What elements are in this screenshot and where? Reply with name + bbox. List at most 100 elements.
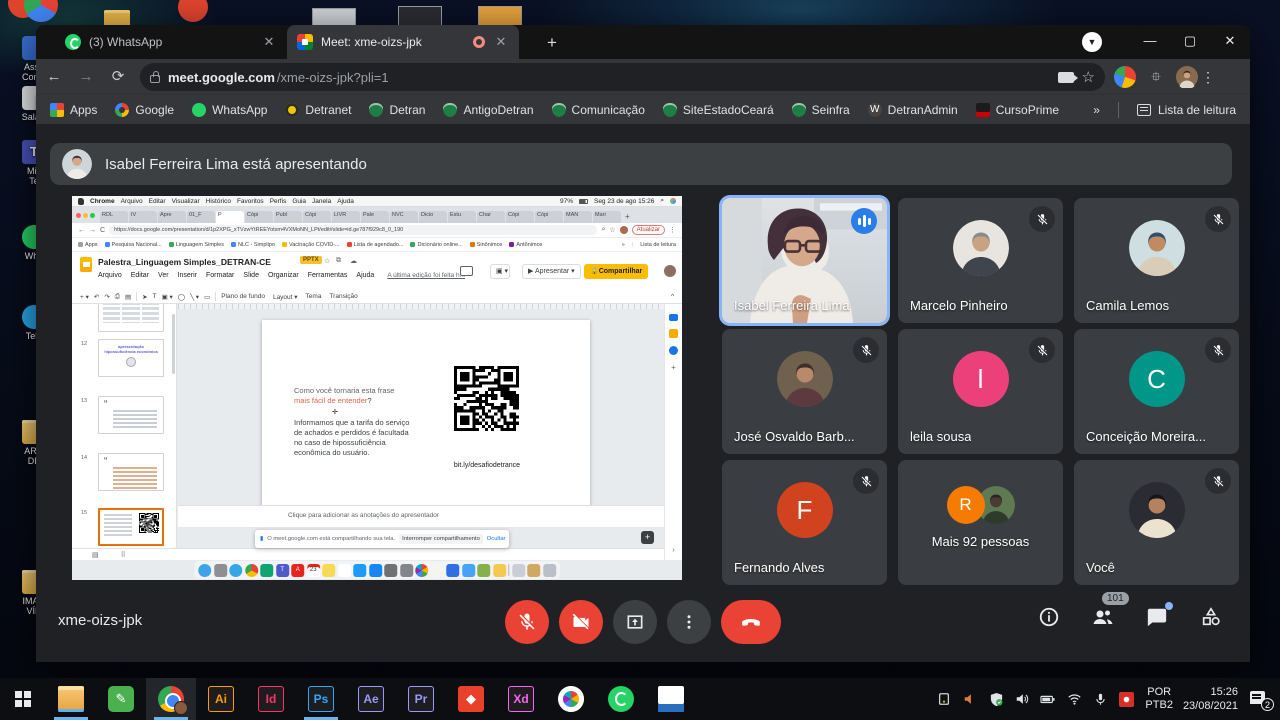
- more-options-button[interactable]: [667, 600, 711, 644]
- taskbar-after-effects[interactable]: Ae: [346, 678, 396, 720]
- reading-list-button[interactable]: Lista de leitura: [1137, 103, 1236, 117]
- slides-menu-item[interactable]: Ajuda: [356, 272, 374, 279]
- participant-tile[interactable]: Marcelo Pinheiro: [898, 198, 1063, 323]
- image-yellow-dock-icon[interactable]: [493, 564, 506, 577]
- mac-back-icon[interactable]: ←: [78, 227, 85, 234]
- notification-center-button[interactable]: 2: [1248, 690, 1270, 708]
- bookmark-item[interactable]: Detranet: [285, 103, 351, 117]
- grid-view-icon[interactable]: ⠿: [121, 551, 126, 559]
- mac-bookmark-item[interactable]: Antônimos: [509, 242, 542, 248]
- desktop-item[interactable]: [178, 0, 208, 22]
- activities-button[interactable]: [1198, 604, 1224, 630]
- bookmark-item[interactable]: Apps: [50, 103, 97, 117]
- security-shield-icon[interactable]: [987, 690, 1005, 708]
- slides-menu-item[interactable]: Editar: [131, 272, 149, 279]
- mac-profile-avatar[interactable]: [620, 226, 628, 234]
- bookmark-item[interactable]: Comunicação: [552, 103, 645, 117]
- finder-dock-icon[interactable]: [198, 564, 211, 577]
- info-button[interactable]: [1036, 604, 1062, 630]
- mac-tab[interactable]: Pale: [361, 211, 389, 223]
- mac-bookmark-item[interactable]: Vacinação COVID-...: [282, 242, 340, 248]
- bookmark-item[interactable]: CursoPrime: [976, 103, 1059, 117]
- mac-menu-item[interactable]: Favoritos: [237, 198, 264, 205]
- mac-bookmark-item[interactable]: Dicionário online...: [410, 242, 462, 248]
- microphone-icon[interactable]: [1091, 690, 1109, 708]
- taskbar-chrome[interactable]: [146, 678, 196, 720]
- taskbar-photoshop[interactable]: Ps: [296, 678, 346, 720]
- taskbar-adobe-xd[interactable]: Xd: [496, 678, 546, 720]
- sound-orange-icon[interactable]: [961, 690, 979, 708]
- taskbar-red-diamond-app[interactable]: ◆: [446, 678, 496, 720]
- preview-dock-icon[interactable]: [462, 564, 475, 577]
- filmstrip-view-icon[interactable]: ▤: [92, 551, 99, 559]
- mac-menu-item[interactable]: Histórico: [206, 198, 231, 205]
- slides-menu-item[interactable]: Slide: [243, 272, 259, 279]
- slide-thumbnail[interactable]: [98, 508, 164, 546]
- mac-tab[interactable]: Cópi: [303, 211, 331, 223]
- participant-tile[interactable]: José Osvaldo Barb...: [722, 329, 887, 454]
- move-icon[interactable]: ⧉: [336, 257, 341, 265]
- mac-zoom-icon[interactable]: [90, 213, 95, 218]
- record-icon[interactable]: [1117, 690, 1135, 708]
- atualizar-button[interactable]: Atualizar: [632, 225, 665, 235]
- chat-button[interactable]: [1144, 604, 1170, 630]
- bookmark-item[interactable]: Detran: [369, 103, 425, 117]
- safari-dock-icon[interactable]: [229, 564, 242, 577]
- mac-bookmark-item[interactable]: Lista de agendado...: [347, 242, 404, 248]
- mac-close-icon[interactable]: [76, 213, 81, 218]
- bookmark-star-icon[interactable]: ☆: [1082, 68, 1095, 86]
- camera-off-button[interactable]: [559, 600, 603, 644]
- mac-menu-item[interactable]: Visualizar: [172, 198, 200, 205]
- star-icon[interactable]: ☆: [324, 257, 330, 265]
- mac-menu-item[interactable]: Ajuda: [337, 198, 354, 205]
- meet-dock-icon[interactable]: [260, 564, 273, 577]
- photos-dock-icon[interactable]: [415, 564, 428, 577]
- slides-menu-item[interactable]: Inserir: [178, 272, 197, 279]
- chrome-desktop-icon[interactable]: [24, 0, 58, 22]
- toolbar-label[interactable]: Tema: [306, 293, 322, 301]
- bookmarks-overflow-icon[interactable]: »: [1093, 103, 1100, 117]
- image-green-dock-icon[interactable]: [477, 564, 490, 577]
- current-slide[interactable]: Como você tornaria esta frase mais fácil…: [262, 320, 590, 511]
- compartilhar-button[interactable]: 🔒Compartilhar: [584, 264, 648, 279]
- tab-close-icon[interactable]: ✕: [493, 34, 509, 50]
- taskbar-impress-document[interactable]: [646, 678, 696, 720]
- mac-menu-icon[interactable]: ⋮: [669, 226, 676, 234]
- mac-bookmark-item[interactable]: NLC - Simplipo: [231, 242, 275, 248]
- launchpad-dock-icon[interactable]: [214, 564, 227, 577]
- mac-bookmark-item[interactable]: Sinônimos: [470, 242, 503, 248]
- participant-tile[interactable]: lleila sousa: [898, 329, 1063, 454]
- present-mode-dropdown[interactable]: ▣ ▾: [490, 264, 510, 279]
- mac-tab[interactable]: Estu: [448, 211, 476, 223]
- mac-tab[interactable]: Apre: [158, 211, 186, 223]
- back-button[interactable]: ←: [40, 63, 68, 91]
- taskbar-file-explorer[interactable]: [46, 678, 96, 720]
- stop-sharing-button[interactable]: Interromper compartilhamento: [399, 534, 483, 544]
- mac-address-bar[interactable]: https://docs.google.com/presentation/d/1…: [109, 225, 597, 235]
- slides-menu-item[interactable]: Ver: [158, 272, 169, 279]
- apresentar-button[interactable]: ▶ Apresentar ▾: [522, 264, 581, 279]
- slides-menu-item[interactable]: Ferramentas: [308, 272, 348, 279]
- tab-meet[interactable]: Meet: xme-oizs-jpk ✕: [287, 25, 519, 59]
- slides-menu-item[interactable]: Arquivo: [98, 272, 122, 279]
- mac-minimize-icon[interactable]: [83, 213, 88, 218]
- people-button[interactable]: 101: [1090, 604, 1116, 630]
- bookmark-item[interactable]: WhatsApp: [192, 103, 267, 117]
- collapse-panel-icon[interactable]: ›: [672, 547, 674, 554]
- mic-off-button[interactable]: [505, 600, 549, 644]
- keep-icon[interactable]: [669, 329, 678, 338]
- participant-tile[interactable]: Camila Lemos: [1074, 198, 1239, 323]
- calendar-icon[interactable]: [669, 312, 678, 321]
- collapse-toolbar-icon[interactable]: ^: [671, 293, 674, 300]
- mac-tab[interactable]: Cópi: [245, 211, 273, 223]
- filmstrip-panel[interactable]: 12apresentaçãohipossuficiência econômica…: [72, 304, 177, 548]
- taskbar-pinwheel-app[interactable]: [546, 678, 596, 720]
- pencil-dock-icon[interactable]: [431, 564, 444, 577]
- preferences-dock-icon[interactable]: [400, 564, 413, 577]
- addons-plus-icon[interactable]: +: [671, 363, 676, 372]
- camera-permission-icon[interactable]: [1058, 72, 1074, 83]
- chrome-dock-icon[interactable]: [245, 564, 258, 577]
- hide-notice-link[interactable]: Ocultar: [487, 536, 506, 542]
- mac-menu-item[interactable]: Arquivo: [121, 198, 143, 205]
- mac-menu-item[interactable]: Chrome: [90, 198, 115, 205]
